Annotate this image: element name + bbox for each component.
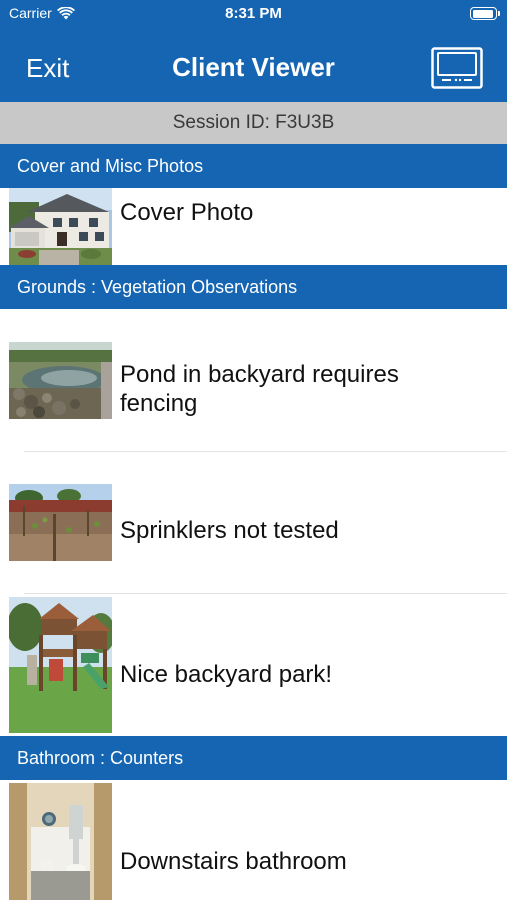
session-id-bar: Session ID: F3U3B [0,102,507,144]
item-label: Cover Photo [120,199,254,226]
status-bar: Carrier 8:31 PM [0,0,507,28]
exit-button[interactable]: Exit [26,53,69,84]
list-item-sprinklers[interactable]: Sprinklers not tested [0,452,507,593]
item-label: Sprinklers not tested [120,517,339,544]
item-label: Pond in backyard requires fencing [120,361,399,417]
item-label: Nice backyard park! [120,661,333,688]
section-header-bathroom: Bathroom : Counters [0,736,507,780]
top-bar: Carrier 8:31 PM Exit Client Viewer [0,0,507,102]
item-label: Downstairs bathroom [120,848,347,875]
list-item-backyard-park[interactable]: Nice backyard park! [0,594,507,736]
garden-photo [9,484,112,561]
bathroom-photo [9,783,112,900]
list-item-pond[interactable]: Pond in backyard requires fencing [0,309,507,451]
status-time: 8:31 PM [225,5,282,22]
battery-icon [470,7,500,20]
monitor-icon [431,47,483,89]
list-item-cover-photo[interactable]: Cover Photo [0,188,507,265]
pond-photo [9,342,112,419]
section-header-cover: Cover and Misc Photos [0,144,507,188]
playset-photo [9,597,112,733]
navigation-bar: Exit Client Viewer [0,28,507,102]
house-photo [9,188,112,265]
list-item-downstairs-bathroom[interactable]: Downstairs bathroom [0,780,507,900]
monitor-button[interactable] [431,47,483,89]
section-header-grounds: Grounds : Vegetation Observations [0,265,507,309]
